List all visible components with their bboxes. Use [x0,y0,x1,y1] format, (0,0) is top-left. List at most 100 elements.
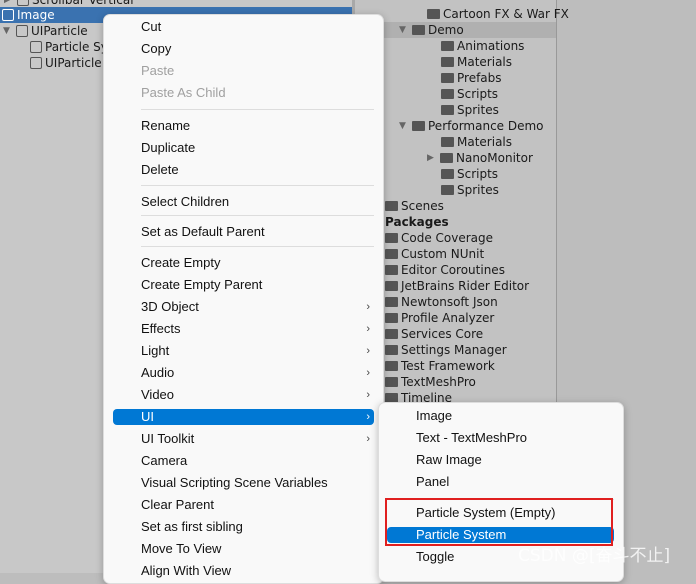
menu-item[interactable]: Visual Scripting Scene Variables [113,475,374,491]
gameobject-icon [16,25,28,37]
folder-icon [412,25,425,35]
menu-item[interactable]: Select Children [113,194,374,210]
gameobject-icon [30,57,42,69]
expand-arrow-icon[interactable]: ▼ [399,22,409,38]
menu-item[interactable]: Copy [113,41,374,57]
folder-icon [441,185,454,195]
project-item[interactable]: Sprites [441,182,499,198]
expand-arrow-icon[interactable]: ▶ [427,150,437,166]
project-item[interactable]: Sprites [441,102,499,118]
context-menu: Cut Copy Paste Paste As Child Rename Duplicat… [103,14,384,584]
project-item[interactable]: ▶ NanoMonitor [427,150,533,166]
submenu-item[interactable]: Raw Image [387,452,614,468]
menu-item[interactable]: Create Empty Parent [113,277,374,293]
submenu-item[interactable]: Image [387,408,614,424]
menu-item[interactable]: Set as first sibling [113,519,374,535]
menu-item[interactable]: Camera [113,453,374,469]
folder-icon [441,57,454,67]
project-item[interactable]: Editor Coroutines [385,262,505,278]
project-item[interactable]: Prefabs [441,70,502,86]
menu-item[interactable]: Effects › [113,321,374,337]
project-item[interactable]: TextMeshPro [385,374,476,390]
folder-icon [441,89,454,99]
folder-icon [440,153,453,163]
menu-item[interactable]: Video › [113,387,374,403]
folder-icon [385,265,398,275]
submenu-item[interactable]: Panel [387,474,614,490]
menu-separator [141,246,374,247]
chevron-right-icon: › [366,411,370,423]
project-item[interactable]: Code Coverage [385,230,493,246]
gameobject-icon [17,0,29,6]
project-item[interactable]: Custom NUnit [385,246,484,262]
menu-item[interactable]: Create Empty [113,255,374,271]
folder-icon [385,377,398,387]
folder-icon [441,137,454,147]
folder-icon [427,9,440,19]
project-item[interactable]: ▼ Performance Demo [399,118,544,134]
folder-icon [385,345,398,355]
folder-icon [385,329,398,339]
folder-icon [385,201,398,211]
menu-separator [141,185,374,186]
project-item[interactable]: Newtonsoft Json [385,294,498,310]
project-item[interactable]: ▼ Demo [399,22,464,38]
project-item[interactable]: Materials [441,54,512,70]
folder-icon [441,41,454,51]
chevron-right-icon: › [366,345,370,357]
folder-icon [385,233,398,243]
folder-icon [385,361,398,371]
menu-item[interactable]: Paste As Child [113,85,374,101]
menu-item[interactable]: UI Toolkit › [113,431,374,447]
folder-icon [441,73,454,83]
annotation-highlight-box [385,498,613,546]
project-item[interactable]: Packages [385,214,449,230]
folder-icon [385,313,398,323]
project-item[interactable]: Scripts [441,166,498,182]
gameobject-icon [30,41,42,53]
menu-item[interactable]: Rename [113,118,374,134]
chevron-right-icon: › [366,367,370,379]
project-item[interactable]: Settings Manager [385,342,507,358]
menu-item[interactable]: Cut [113,19,374,35]
project-item[interactable]: Profile Analyzer [385,310,494,326]
menu-item[interactable]: Light › [113,343,374,359]
project-item[interactable]: Cartoon FX & War FX [427,6,569,22]
submenu-item[interactable]: Text - TextMeshPro [387,430,614,446]
menu-item[interactable]: Delete [113,162,374,178]
folder-icon [412,121,425,131]
menu-item[interactable]: 3D Object › [113,299,374,315]
chevron-right-icon: › [366,389,370,401]
project-item[interactable]: Services Core [385,326,483,342]
menu-item[interactable]: Align With View [113,563,374,579]
menu-item[interactable]: UI › [113,409,374,425]
project-item[interactable]: Test Framework [385,358,495,374]
project-item[interactable]: JetBrains Rider Editor [385,278,529,294]
gameobject-icon [2,9,14,21]
chevron-right-icon: › [366,301,370,313]
folder-icon [441,169,454,179]
expand-arrow-icon[interactable]: ▼ [399,118,409,134]
folder-icon [441,105,454,115]
hierarchy-item[interactable]: UIParticle [30,55,102,71]
project-item[interactable]: Materials [441,134,512,150]
folder-icon [385,281,398,291]
menu-item[interactable]: Move To View [113,541,374,557]
menu-separator [141,215,374,216]
menu-item[interactable]: Set as Default Parent [113,224,374,240]
menu-item[interactable]: Audio › [113,365,374,381]
watermark: CSDN @[奋斗不止] [518,546,671,566]
folder-icon [385,297,398,307]
project-item[interactable]: Scenes [385,198,444,214]
menu-separator [141,109,374,110]
project-item[interactable]: Animations [441,38,524,54]
menu-item[interactable]: Paste [113,63,374,79]
chevron-right-icon: › [366,433,370,445]
hierarchy-item[interactable]: ▼ UIParticle [3,23,88,39]
expand-arrow-icon[interactable]: ▼ [3,23,13,39]
menu-item[interactable]: Clear Parent [113,497,374,513]
folder-icon [385,249,398,259]
project-item[interactable]: Scripts [441,86,498,102]
menu-item[interactable]: Duplicate [113,140,374,156]
chevron-right-icon: › [366,323,370,335]
